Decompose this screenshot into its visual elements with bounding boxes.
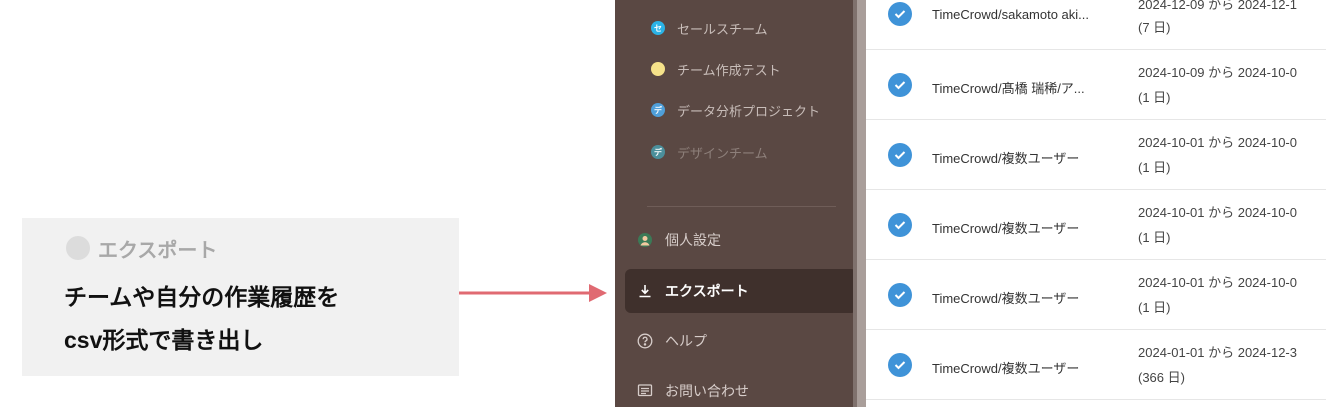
nav-personal-settings[interactable]: 個人設定: [625, 218, 857, 262]
row-date-range: 2024-10-09 から 2024-10-0: [1138, 65, 1297, 80]
nav-label: お問い合わせ: [665, 383, 749, 399]
row-days: (1 日): [1138, 90, 1171, 105]
nav-label: ヘルプ: [665, 333, 707, 349]
list-item[interactable]: TimeCrowd/複数ユーザー 2024-10-01 から 2024-10-0…: [866, 120, 1326, 190]
row-name: TimeCrowd/複数ユーザー: [932, 291, 1080, 306]
row-date-range: 2024-10-01 から 2024-10-0: [1138, 135, 1297, 150]
row-date-range: 2024-10-01 から 2024-10-0: [1138, 205, 1297, 220]
team-avatar-icon: [651, 62, 665, 76]
team-avatar-icon: セ: [651, 21, 665, 35]
nav-label: 個人設定: [665, 232, 721, 248]
sidebar-team-data-analysis[interactable]: デ データ分析プロジェクト: [651, 99, 820, 121]
export-callout: エクスポート チームや自分の作業履歴を csv形式で書き出し: [22, 218, 459, 376]
row-days: (1 日): [1138, 300, 1171, 315]
team-avatar-icon: デ: [651, 103, 665, 117]
pointer-arrow-icon: [459, 284, 607, 302]
row-name: TimeCrowd/複数ユーザー: [932, 221, 1080, 236]
sidebar-divider: [647, 206, 836, 207]
team-label: セールスチーム: [677, 21, 768, 37]
nav-help[interactable]: ヘルプ: [625, 319, 857, 363]
row-date-range: 2024-01-01 から 2024-12-3: [1138, 345, 1297, 360]
circle-icon: [66, 236, 90, 260]
list-item[interactable]: TimeCrowd/複数ユーザー 2024-01-01 から 2024-12-3…: [866, 330, 1326, 400]
team-label: デザインチーム: [677, 145, 768, 161]
team-label: チーム作成テスト: [677, 62, 781, 78]
sidebar-team-test[interactable]: チーム作成テスト: [651, 58, 781, 80]
nav-export[interactable]: エクスポート: [625, 269, 857, 313]
message-icon: [637, 383, 653, 399]
list-item[interactable]: TimeCrowd/髙橋 瑞稀/ア... 2024-10-09 から 2024-…: [866, 50, 1326, 120]
callout-description: チームや自分の作業履歴を csv形式で書き出し: [64, 284, 340, 353]
list-item[interactable]: TimeCrowd/sakamoto aki... 2024-12-09 から …: [866, 0, 1326, 50]
row-days: (7 日): [1138, 20, 1171, 35]
export-history-list: TimeCrowd/sakamoto aki... 2024-12-09 から …: [866, 0, 1326, 407]
team-label: データ分析プロジェクト: [677, 103, 821, 119]
nav-contact[interactable]: お問い合わせ: [625, 369, 857, 407]
check-circle-icon: [888, 283, 912, 307]
download-icon: [637, 283, 653, 299]
row-days: (1 日): [1138, 160, 1171, 175]
user-avatar-icon: [637, 232, 653, 248]
nav-label: エクスポート: [665, 283, 749, 299]
check-circle-icon: [888, 213, 912, 237]
team-avatar-icon: デ: [651, 145, 665, 159]
check-circle-icon: [888, 73, 912, 97]
list-item[interactable]: TimeCrowd/複数ユーザー 2024-10-01 から 2024-10-0…: [866, 260, 1326, 330]
sidebar-edge: [853, 0, 857, 407]
check-circle-icon: [888, 353, 912, 377]
check-circle-icon: [888, 143, 912, 167]
row-name: TimeCrowd/複数ユーザー: [932, 361, 1080, 376]
row-date-range: 2024-10-01 から 2024-10-0: [1138, 275, 1297, 290]
row-name: TimeCrowd/sakamoto aki...: [932, 7, 1090, 22]
sidebar-team-design[interactable]: デ デザインチーム: [651, 141, 768, 163]
check-circle-icon: [888, 2, 912, 26]
sidebar-team-sales[interactable]: セ セールスチーム: [651, 17, 768, 39]
callout-title: エクスポート: [66, 236, 218, 262]
callout-title-label: エクスポート: [98, 239, 218, 262]
row-name: TimeCrowd/髙橋 瑞稀/ア...: [932, 81, 1085, 96]
row-days: (1 日): [1138, 230, 1171, 245]
list-item[interactable]: TimeCrowd/複数ユーザー 2024-10-01 から 2024-10-0…: [866, 190, 1326, 260]
row-date-range: 2024-12-09 から 2024-12-1: [1138, 0, 1297, 12]
row-days: (366 日): [1138, 370, 1185, 385]
row-name: TimeCrowd/複数ユーザー: [932, 151, 1080, 166]
sidebar: セ セールスチーム チーム作成テスト デ データ分析プロジェクト デ デザインチ…: [615, 0, 857, 407]
help-circle-icon: [637, 333, 653, 349]
